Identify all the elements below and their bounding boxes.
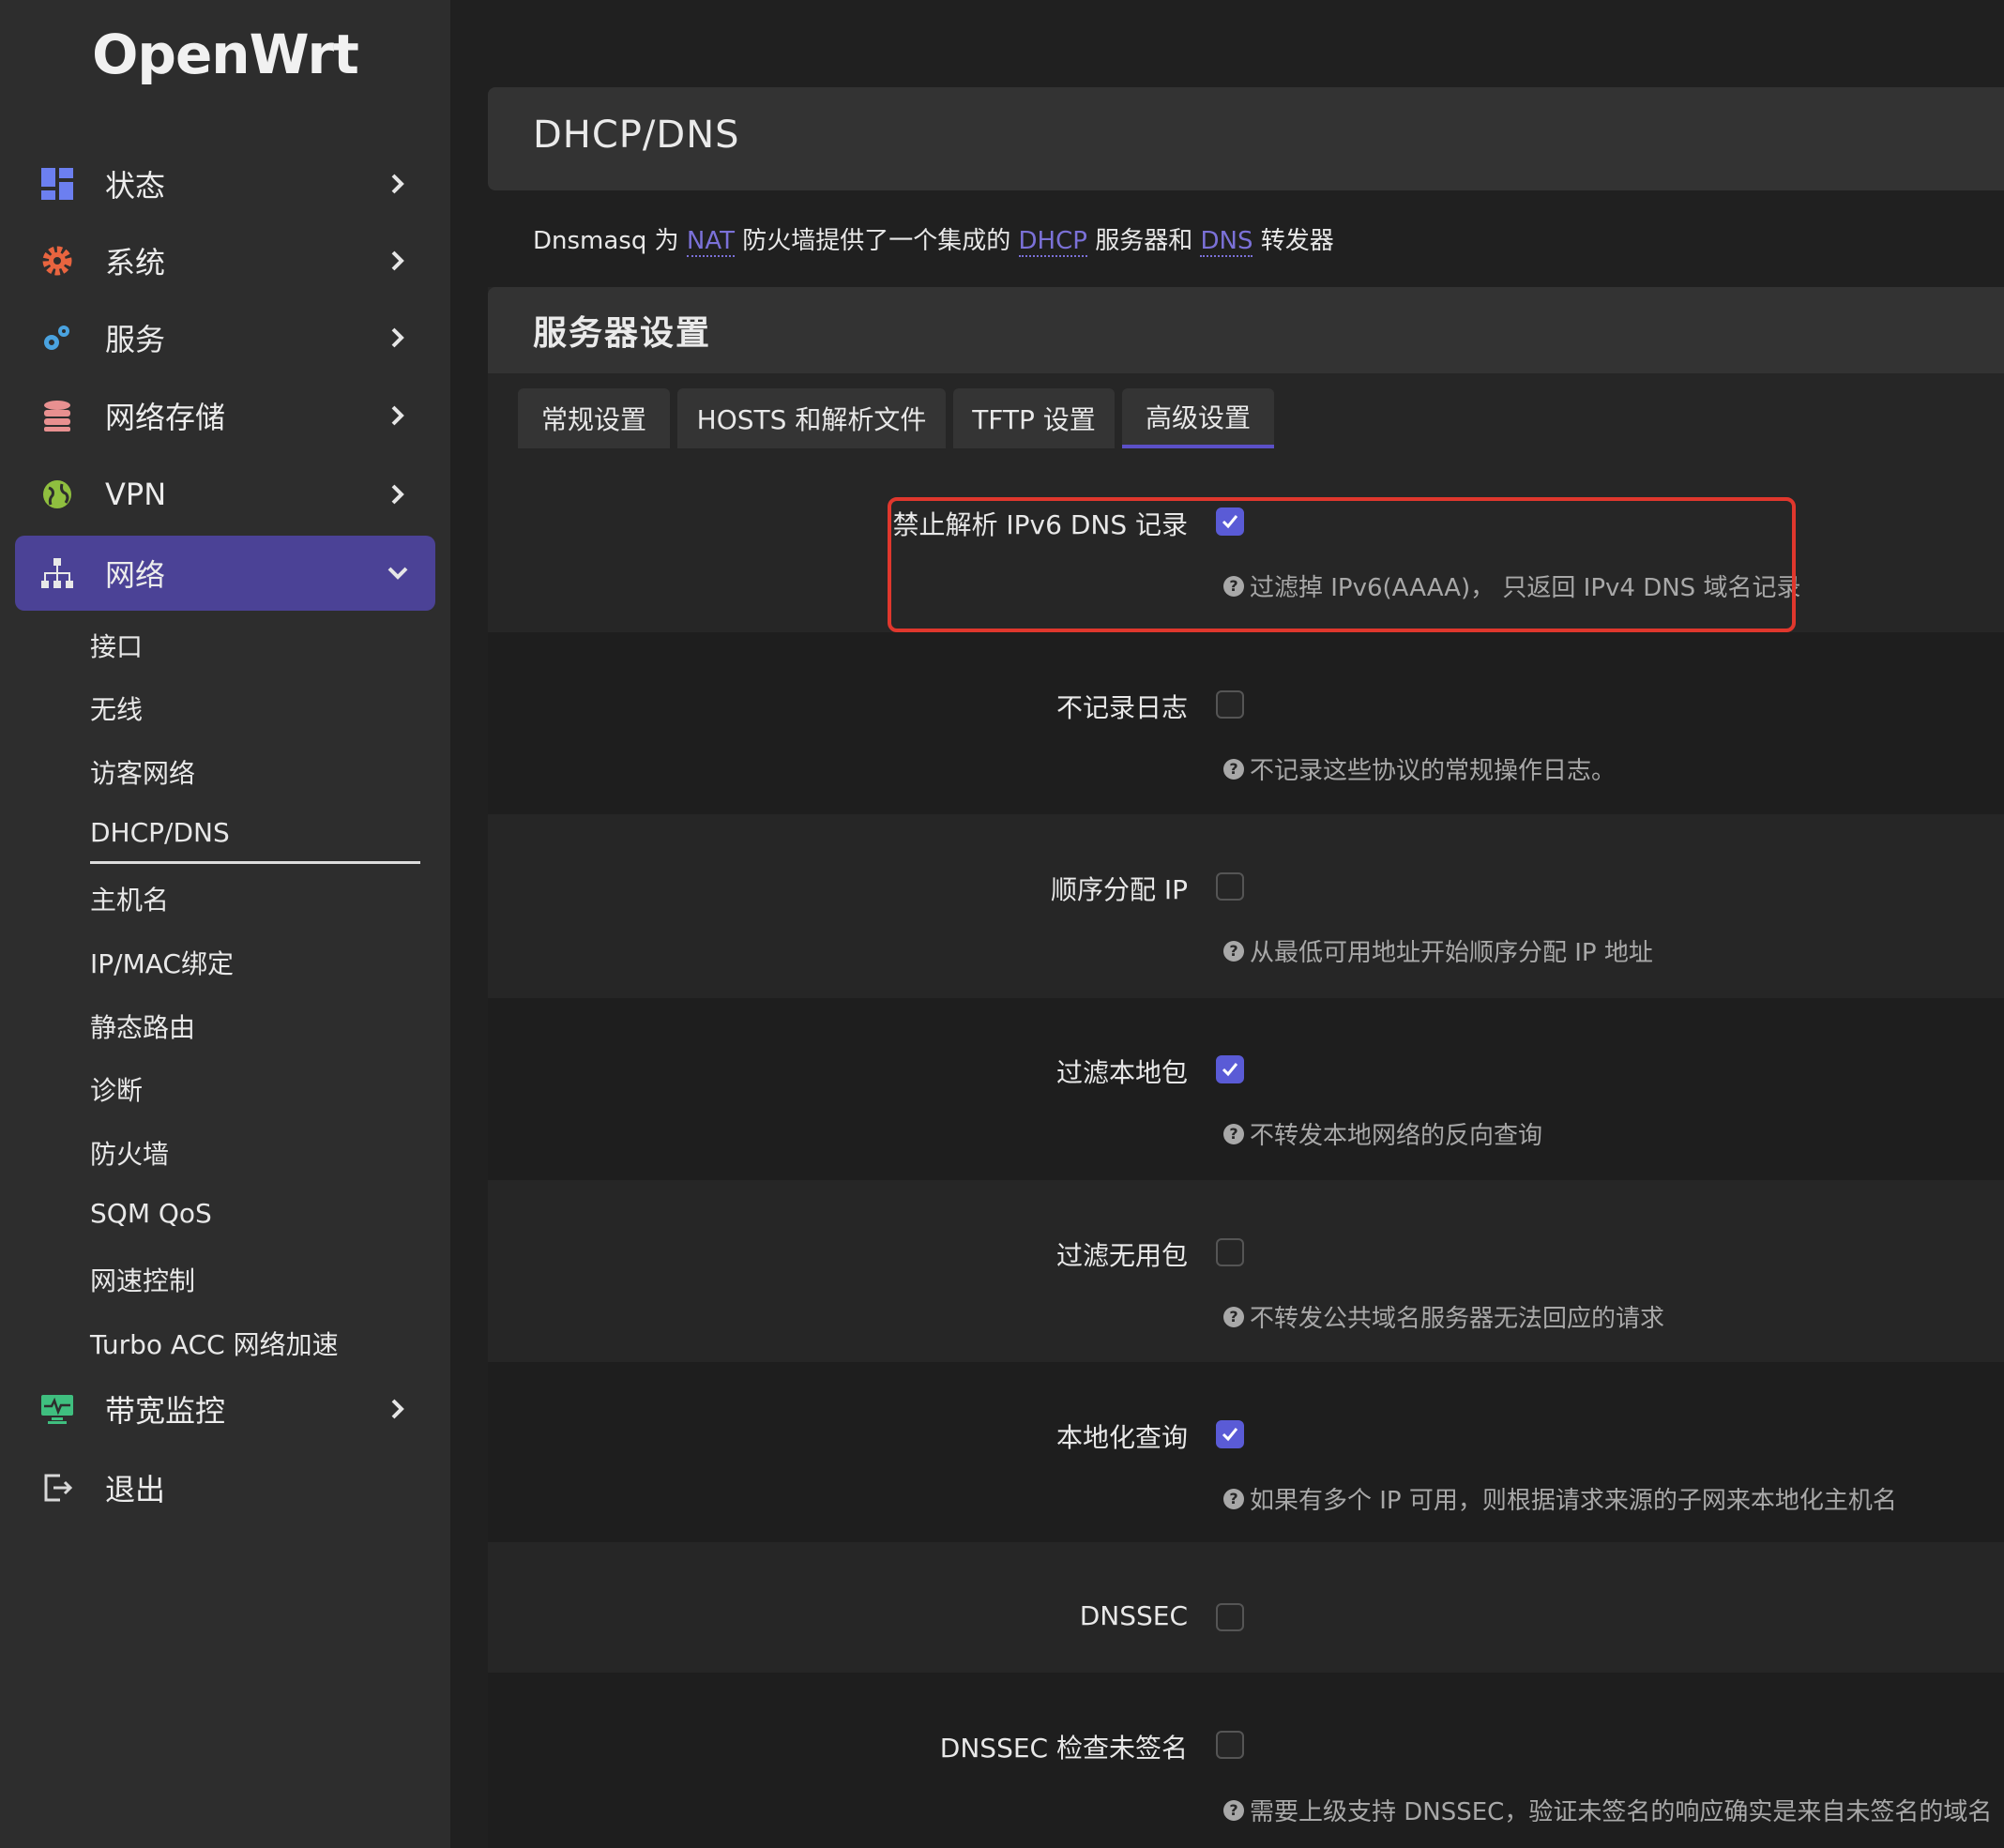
desc-text: Dnsmasq 为 [533,227,687,255]
sidebar-sub-turbo-acc[interactable]: Turbo ACC 网络加速 [90,1325,339,1362]
dns-link[interactable]: DNS [1200,227,1253,257]
sidebar-item-label: 网络存储 [105,400,226,435]
tab-advanced[interactable]: 高级设置 [1122,388,1274,448]
boguspriv-checkbox[interactable] [1216,1055,1244,1083]
cogs-icon [38,318,77,357]
sequential-ip-checkbox[interactable] [1216,872,1244,901]
setting-help: ? 需要上级支持 DNSSEC，验证未签名的响应确实是来自未签名的域名 [1223,1793,1992,1827]
checkmark-icon [1222,1063,1238,1077]
sitemap-icon [38,553,77,593]
sidebar-item-label: 退出 [105,1472,166,1507]
sidebar-sub-firewall[interactable]: 防火墙 [90,1134,169,1172]
sidebar-item-label: 带宽监控 [105,1393,226,1429]
desc-text: 防火墙提供了一个集成的 [735,227,1019,255]
setting-help: ? 从最低可用地址开始顺序分配 IP 地址 [1223,933,1653,968]
sidebar-item-vpn[interactable]: VPN [15,457,435,532]
chevron-right-icon [391,405,404,426]
sidebar-item-label: 网络 [105,557,166,593]
setting-label: 过滤本地包 [1055,1057,1188,1088]
desc-text: 服务器和 [1086,227,1201,255]
sidebar-sub-static-routes[interactable]: 静态路由 [90,1007,195,1045]
tab-hosts-resolv[interactable]: HOSTS 和解析文件 [677,388,946,448]
sidebar-item-label: 系统 [105,245,166,280]
sidebar-sub-ip-mac-binding[interactable]: IP/MAC绑定 [90,944,234,981]
setting-label: 本地化查询 [1055,1422,1188,1453]
sidebar-item-logout[interactable]: 退出 [15,1450,435,1525]
sidebar-sub-interfaces[interactable]: 接口 [90,627,143,664]
gear-icon [38,241,77,280]
setting-help: ? 不转发本地网络的反向查询 [1223,1116,1542,1151]
quietdhcp-checkbox[interactable] [1216,690,1244,719]
sidebar-sub-wireless[interactable]: 无线 [90,689,143,727]
question-icon: ? [1223,758,1244,780]
section-title: 服务器设置 [533,314,712,353]
sidebar-sub-speed-control[interactable]: 网速控制 [90,1261,195,1298]
dhcp-link[interactable]: DHCP [1018,227,1087,257]
chevron-right-icon [391,174,404,194]
page-header: DHCP/DNS [488,87,2004,190]
active-sub-underline [90,861,420,864]
sidebar-item-bandwidth-monitor[interactable]: 带宽监控 [15,1371,435,1447]
setting-label: 过滤无用包 [1055,1240,1188,1271]
sidebar: OpenWrt 状态 系统 服务 网络存储 VPN 网络 接口 无线 访客网络 … [0,0,450,1848]
setting-help-text: 不转发公共域名服务器无法回应的请求 [1250,1305,1665,1333]
page-description: Dnsmasq 为 NAT 防火墙提供了一个集成的 DHCP 服务器和 DNS … [533,221,1334,257]
setting-help-text: 需要上级支持 DNSSEC，验证未签名的响应确实是来自未签名的域名 [1250,1798,1993,1826]
desc-text: 转发器 [1252,227,1334,255]
sidebar-item-system[interactable]: 系统 [15,223,435,298]
setting-help: ? 不转发公共域名服务器无法回应的请求 [1223,1299,1664,1334]
setting-label: 顺序分配 IP [1050,874,1188,905]
dashboard-icon [38,164,77,204]
globe-icon [38,475,77,514]
chevron-right-icon [391,250,404,271]
database-icon [38,396,77,435]
tab-general[interactable]: 常规设置 [518,388,670,448]
nat-link[interactable]: NAT [686,227,735,257]
setting-help-text: 不记录这些协议的常规操作日志。 [1250,757,1617,785]
setting-help: ? 不记录这些协议的常规操作日志。 [1223,751,1616,786]
question-icon: ? [1223,1306,1244,1327]
section-header: 服务器设置 [488,287,2004,373]
question-icon: ? [1223,1488,1244,1509]
page-title: DHCP/DNS [533,114,740,157]
sidebar-sub-sqm-qos[interactable]: SQM QoS [90,1198,212,1229]
highlight-box [888,497,1796,632]
monitor-icon [38,1389,77,1429]
question-icon: ? [1223,940,1244,962]
sidebar-item-label: 状态 [105,168,166,204]
sidebar-sub-diagnostics[interactable]: 诊断 [90,1070,143,1108]
question-icon: ? [1223,1123,1244,1144]
chevron-right-icon [391,1399,404,1419]
filterwin2k-checkbox[interactable] [1216,1238,1244,1266]
setting-help-text: 从最低可用地址开始顺序分配 IP 地址 [1250,939,1653,967]
sidebar-sub-dhcp-dns[interactable]: DHCP/DNS [90,817,230,848]
setting-help-text: 不转发本地网络的反向查询 [1250,1122,1543,1150]
setting-label: 不记录日志 [1055,692,1188,723]
sidebar-item-network[interactable]: 网络 [15,536,435,611]
sidebar-item-nas[interactable]: 网络存储 [15,378,435,453]
sidebar-sub-guest-network[interactable]: 访客网络 [90,753,195,791]
sidebar-item-label: VPN [105,477,167,512]
chevron-down-icon [387,567,408,580]
sidebar-item-label: 服务 [105,322,166,357]
chevron-right-icon [391,327,404,348]
setting-label: DNSSEC [1079,1600,1188,1631]
tab-tftp[interactable]: TFTP 设置 [953,388,1115,448]
dnssec-check-unsigned-checkbox[interactable] [1216,1731,1244,1759]
openwrt-logo: OpenWrt [92,23,359,86]
sidebar-sub-hostnames[interactable]: 主机名 [90,880,169,917]
checkmark-icon [1222,1428,1238,1442]
localise-queries-checkbox[interactable] [1216,1420,1244,1448]
setting-help: ? 如果有多个 IP 可用，则根据请求来源的子网来本地化主机名 [1223,1481,1897,1516]
sidebar-item-services[interactable]: 服务 [15,300,435,375]
dnssec-checkbox[interactable] [1216,1603,1244,1631]
logout-icon [38,1468,77,1507]
sidebar-item-status[interactable]: 状态 [15,146,435,221]
setting-help-text: 如果有多个 IP 可用，则根据请求来源的子网来本地化主机名 [1250,1487,1897,1515]
question-icon: ? [1223,1799,1244,1821]
chevron-right-icon [391,484,404,505]
setting-label: DNSSEC 检查未签名 [939,1733,1188,1764]
